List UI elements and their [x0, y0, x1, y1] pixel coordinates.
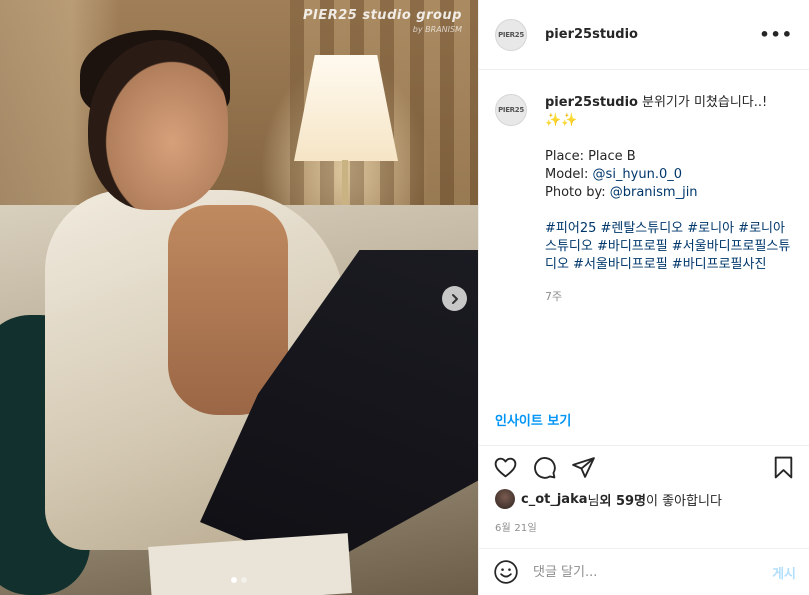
comment-icon[interactable]	[532, 455, 557, 480]
caption-timestamp: 7주	[545, 290, 563, 303]
caption-body: pier25studio 분위기가 미쳤습니다..! ✨✨ Place: Plac…	[545, 94, 794, 398]
caption-place: Place: Place B	[545, 149, 636, 164]
caption-photo-prefix: Photo by:	[545, 185, 610, 200]
comment-bar: 게시	[479, 548, 809, 595]
likes-count-link[interactable]: 외 59명	[599, 490, 646, 509]
carousel-indicator	[0, 577, 478, 583]
post-comment-button[interactable]: 게시	[772, 563, 796, 582]
caption-text: 분위기가 미쳤습니다..!	[641, 95, 768, 110]
comment-input[interactable]	[533, 564, 773, 580]
post-photo[interactable]: PIER25 studio group by BRANISM	[0, 0, 478, 595]
post-actions	[479, 445, 809, 489]
caption-hashtags[interactable]: #피어25 #렌탈스튜디오 #로니아 #로니아스튜디오 #바디프로필 #서울바디…	[545, 220, 794, 274]
heart-icon[interactable]	[493, 455, 518, 480]
view-insights-link[interactable]: 인사이트 보기	[495, 410, 571, 429]
carousel-dot-1	[231, 577, 237, 583]
chevron-right-icon	[451, 293, 458, 304]
likes-connector: 님	[587, 493, 600, 509]
liker-avatar[interactable]	[495, 489, 515, 509]
caption-username[interactable]: pier25studio	[545, 95, 638, 110]
watermark-sub: by BRANISM	[412, 25, 462, 34]
post-header: PIER25 pier25studio •••	[479, 0, 809, 70]
caption-avatar[interactable]: PIER25	[495, 94, 527, 126]
likes-summary: c_ot_jaka 님 외 59명 이 좋아합니다	[495, 489, 722, 509]
likes-suffix: 이 좋아합니다	[646, 493, 722, 509]
share-icon[interactable]	[571, 455, 596, 480]
photo-watermark: PIER25 studio group by BRANISM	[303, 8, 462, 34]
more-options-button[interactable]: •••	[759, 25, 793, 44]
model-handle-link[interactable]: @si_hyun.0_0	[593, 167, 682, 182]
post-date: 6월 21일	[495, 523, 537, 534]
caption-model-prefix: Model:	[545, 167, 593, 182]
caption-emoji: ✨✨	[545, 113, 578, 128]
photographer-handle-link[interactable]: @branism_jin	[610, 185, 698, 200]
avatar[interactable]: PIER25	[495, 18, 527, 51]
bookmark-icon[interactable]	[771, 455, 796, 480]
carousel-dot-2	[241, 577, 247, 583]
emoji-icon[interactable]	[493, 559, 519, 585]
liker-username[interactable]: c_ot_jaka	[521, 492, 588, 507]
header-username[interactable]: pier25studio	[545, 27, 638, 42]
photo-model-head	[88, 40, 228, 210]
watermark-main: PIER25 studio group	[302, 8, 462, 23]
next-slide-button[interactable]	[442, 286, 467, 311]
post-caption: PIER25 pier25studio 분위기가 미쳤습니다..! ✨✨ Plac…	[479, 70, 809, 398]
post-side-panel: PIER25 pier25studio ••• PIER25 pier25stu…	[478, 0, 809, 595]
